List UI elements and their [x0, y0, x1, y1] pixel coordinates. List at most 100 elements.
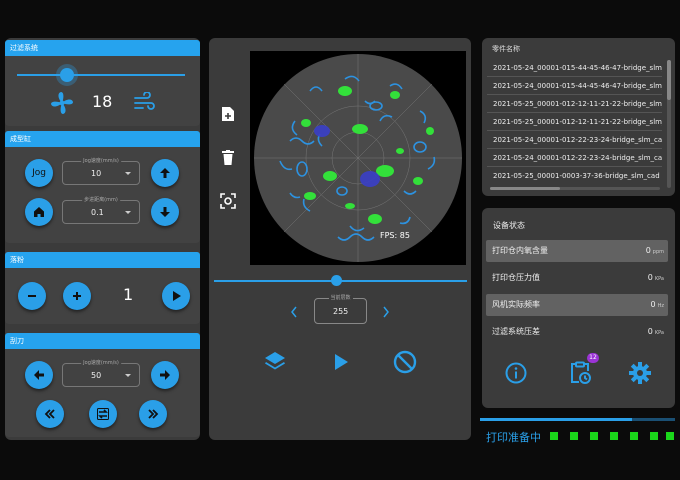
list-item[interactable]: 2021-05-25_00001-012-12-11-21-22-bridge_… [487, 96, 662, 113]
scraper-right-button[interactable] [151, 361, 179, 389]
step-distance-select[interactable]: 步进距离(mm) 0.1 [62, 196, 140, 224]
camera-capture-icon[interactable] [220, 193, 236, 209]
play-icon [335, 354, 348, 370]
status-indicator [666, 432, 674, 440]
layer-slider[interactable] [214, 275, 467, 286]
layer-preview-canvas[interactable]: FPS: 85 [250, 51, 466, 265]
play-icon [173, 291, 181, 301]
fps-readout: FPS: 85 [380, 231, 410, 240]
cylinder-home-button[interactable] [25, 198, 53, 226]
gear-icon[interactable] [628, 361, 652, 385]
jog-button[interactable]: Jog [25, 159, 53, 187]
filter-slider-handle[interactable] [60, 68, 74, 82]
current-layer-label: 当前层数 [328, 294, 353, 301]
layer-prev-button[interactable] [289, 304, 299, 318]
oxygen-content-row: 打印仓内氧含量 0 ppm [486, 240, 668, 262]
forming-cylinder-title: 成型缸 [5, 131, 200, 147]
powder-increase-button[interactable] [63, 282, 91, 310]
jog-speed-label: Jog速度(mm/s) [81, 157, 121, 164]
cylinder-up-button[interactable] [151, 159, 179, 187]
jog-speed-value: 10 [91, 169, 102, 178]
filter-pressure-unit: KPa [654, 330, 664, 336]
scraper-fast-right-button[interactable] [139, 400, 167, 428]
layer-next-button[interactable] [381, 304, 391, 318]
arrow-up-icon [160, 168, 170, 178]
schedule-clipboard-icon[interactable] [568, 361, 592, 385]
scraper-title: 刮刀 [5, 333, 200, 349]
forbidden-icon [393, 350, 417, 374]
scraper-speed-value: 50 [91, 371, 102, 380]
current-layer-value: 255 [333, 307, 349, 316]
layer-slider-handle[interactable] [331, 275, 342, 286]
list-item[interactable]: 2021-05-24_00001-015-44-45-46-47-bridge_… [487, 60, 662, 77]
add-file-icon[interactable] [221, 106, 235, 122]
plus-icon [73, 292, 81, 300]
oxygen-content-label: 打印仓内氧含量 [492, 246, 548, 255]
scraper-fast-left-button[interactable] [36, 400, 64, 428]
current-layer-field[interactable]: 当前层数 255 [314, 294, 367, 324]
notification-badge: 12 [587, 353, 599, 363]
filter-section: 过滤系统 18 [5, 40, 200, 126]
chamber-pressure-label: 打印仓压力值 [492, 273, 540, 282]
chevron-down-icon [125, 172, 131, 175]
wind-icon [133, 91, 155, 112]
device-status-panel: 设备状态 打印仓内氧含量 0 ppm 打印仓压力值 0 KPa 风机实际频率 0 Hz… [482, 208, 675, 408]
parts-list-header: 零件名称 [492, 45, 520, 53]
list-item[interactable]: 2021-05-25_00001-012-12-11-21-22-bridge_… [487, 114, 662, 131]
forming-cylinder-section: 成型缸 Jog Jog速度(mm/s) 10 步进距离(mm) 0.1 [5, 131, 200, 243]
list-item[interactable]: 2021-05-25_00001-0003-37-36-bridge_slm_c… [487, 168, 662, 185]
scrollbar-horizontal[interactable] [490, 187, 660, 190]
list-item[interactable]: 2021-05-24_00001-012-22-23-24-bridge_slm… [487, 132, 662, 149]
left-control-panel: 过滤系统 18 成型缸 Jog Jog速度(mm/s) 10 步进距离(mm) [5, 38, 200, 440]
jog-button-label: Jog [32, 168, 46, 178]
list-item[interactable]: 2021-05-24_00001-015-44-45-46-47-bridge_… [487, 78, 662, 95]
filter-speed-value: 18 [92, 92, 113, 111]
status-indicator [570, 432, 578, 440]
scraper-swap-button[interactable] [89, 400, 117, 428]
double-chevron-left-icon [44, 409, 55, 419]
filter-title: 过滤系统 [5, 40, 200, 56]
filter-pressure-value: 0 [647, 327, 653, 336]
scraper-speed-select[interactable]: Jog速度(mm/s) 50 [62, 359, 140, 387]
status-progress-bar [480, 418, 675, 421]
chamber-pressure-row: 打印仓压力值 0 KPa [486, 267, 668, 289]
scrollbar-vertical[interactable] [667, 60, 671, 188]
arrow-left-icon [34, 370, 44, 380]
delete-icon[interactable] [222, 150, 234, 165]
status-indicator [590, 432, 598, 440]
scraper-section: 刮刀 Jog速度(mm/s) 50 [5, 333, 200, 437]
info-icon[interactable] [505, 362, 527, 384]
scraper-speed-label: Jog速度(mm/s) [81, 359, 121, 366]
swap-icon [97, 408, 109, 420]
chevron-down-icon [125, 374, 131, 377]
layers-icon[interactable] [263, 349, 287, 373]
oxygen-content-value: 0 [645, 246, 651, 255]
status-indicator [610, 432, 618, 440]
arrow-right-icon [160, 370, 170, 380]
powder-play-button[interactable] [162, 282, 190, 310]
scraper-left-button[interactable] [25, 361, 53, 389]
fan-frequency-unit: Hz [657, 303, 664, 309]
chamber-pressure-unit: KPa [654, 276, 664, 282]
list-item[interactable]: 2021-05-24_00001-012-22-23-24-bridge_slm… [487, 150, 662, 167]
chevron-down-icon [125, 211, 131, 214]
center-viewer-panel: FPS: 85 当前层数 255 [209, 38, 471, 440]
step-distance-value: 0.1 [91, 208, 104, 217]
status-progress-fill [480, 418, 633, 421]
filter-pressure-label: 过滤系统压差 [492, 327, 540, 336]
oxygen-content-unit: ppm [652, 249, 664, 255]
step-distance-label: 步进距离(mm) [82, 196, 120, 203]
parts-list-panel: 零件名称 2021-05-24_00001-015-44-45-46-47-br… [482, 38, 675, 196]
cylinder-down-button[interactable] [151, 198, 179, 226]
status-indicator [630, 432, 638, 440]
powder-title: 落粉 [5, 252, 200, 268]
filter-pressure-row: 过滤系统压差 0 KPa [486, 321, 668, 343]
powder-section: 落粉 1 [5, 252, 200, 324]
powder-decrease-button[interactable] [18, 282, 46, 310]
status-indicator [550, 432, 558, 440]
jog-speed-select[interactable]: Jog速度(mm/s) 10 [62, 157, 140, 185]
filter-slider[interactable] [17, 68, 185, 82]
status-indicator [650, 432, 658, 440]
start-print-button[interactable] [332, 353, 350, 371]
stop-print-button[interactable] [393, 350, 417, 374]
